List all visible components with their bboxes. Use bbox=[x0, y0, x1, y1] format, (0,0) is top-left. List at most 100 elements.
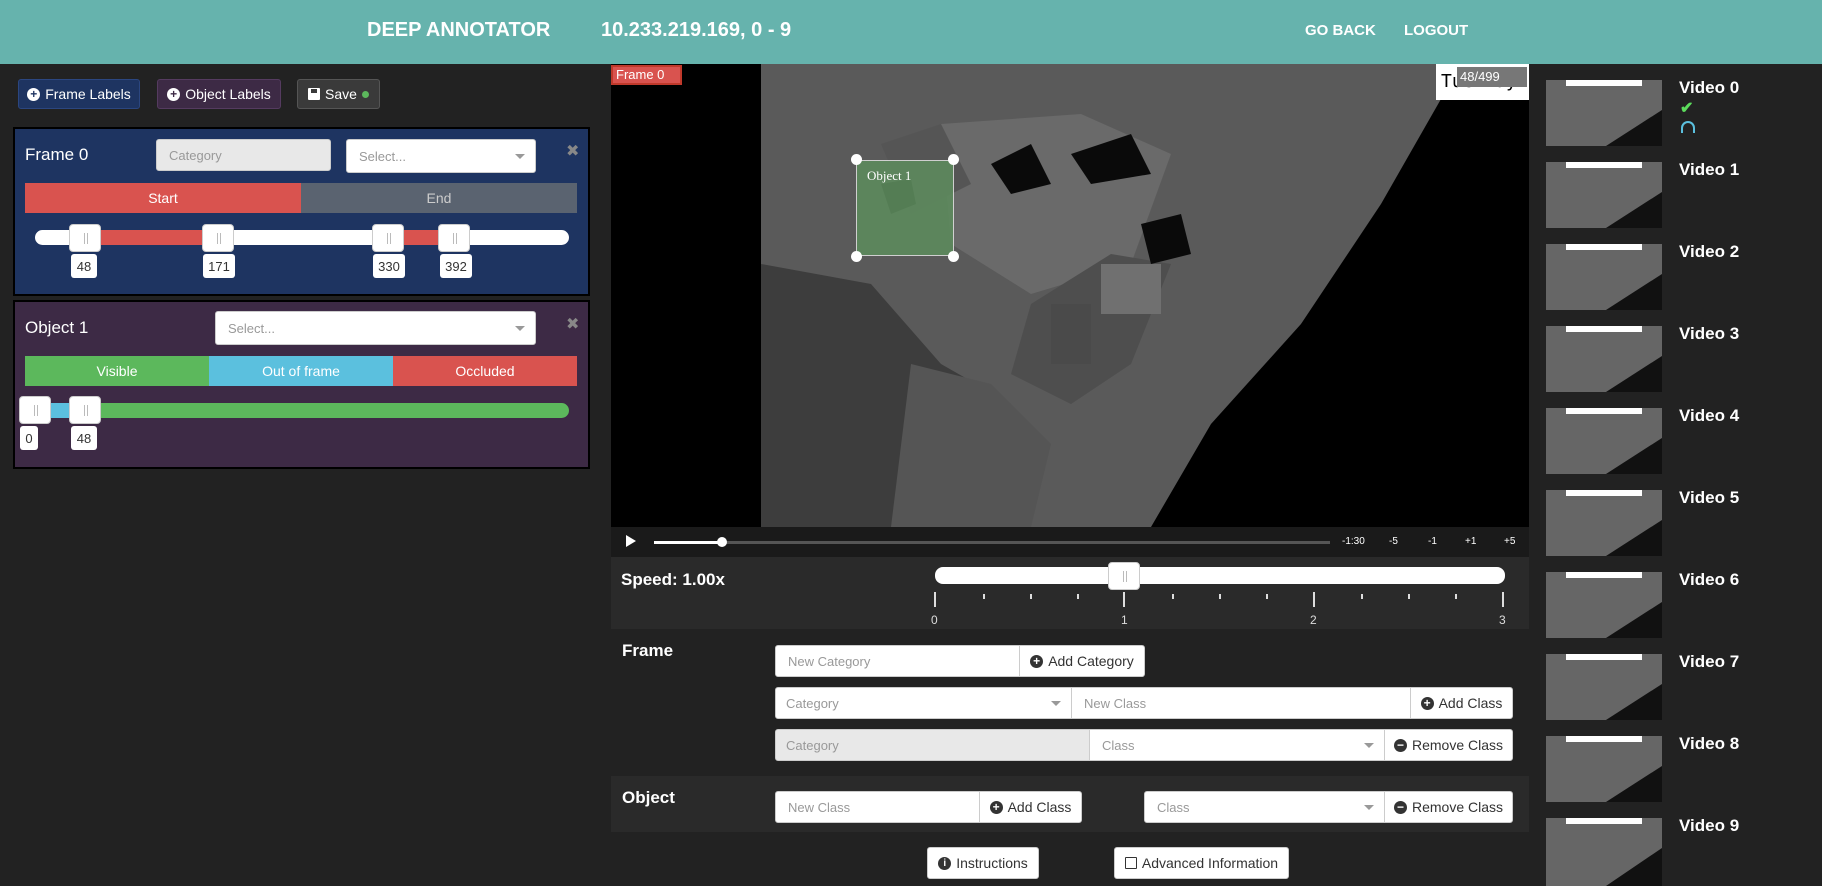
frame-class-dropdown[interactable]: Class bbox=[1089, 729, 1385, 761]
advanced-information-button[interactable]: Advanced Information bbox=[1114, 847, 1289, 879]
object-add-class-label: Add Class bbox=[1007, 799, 1072, 815]
video-list-item[interactable]: Video 6 bbox=[1679, 570, 1739, 590]
box-corner-handle[interactable] bbox=[851, 154, 862, 165]
video-thumbnail[interactable] bbox=[1546, 654, 1662, 720]
video-thumbnail[interactable] bbox=[1546, 326, 1662, 392]
add-class-button[interactable]: + Add Class bbox=[1410, 687, 1513, 719]
video-list-item[interactable]: Video 4 bbox=[1679, 406, 1739, 426]
object-class-dropdown[interactable]: Class bbox=[1144, 791, 1385, 823]
speed-tick-label: 2 bbox=[1310, 613, 1317, 627]
step-forward-5-button[interactable]: +5 bbox=[1504, 536, 1515, 547]
video-thumbnail[interactable] bbox=[1546, 162, 1662, 228]
speed-tick-label: 1 bbox=[1121, 613, 1128, 627]
object-labels-button[interactable]: + Object Labels bbox=[157, 79, 281, 109]
chevron-down-icon bbox=[515, 326, 525, 331]
add-class-label: Add Class bbox=[1438, 695, 1503, 711]
object-select-placeholder: Select... bbox=[228, 320, 275, 336]
play-icon[interactable] bbox=[626, 535, 636, 547]
object-remove-class-button[interactable]: − Remove Class bbox=[1384, 791, 1513, 823]
object-range-track bbox=[35, 403, 569, 418]
video-list-item[interactable]: Video 2 bbox=[1679, 242, 1739, 262]
video-thumbnail[interactable] bbox=[1546, 80, 1662, 146]
handle-value-label: 0 bbox=[20, 426, 38, 450]
session-info: 10.233.219.169, 0 - 9 bbox=[601, 19, 792, 41]
frame-labels-label: Frame Labels bbox=[45, 86, 131, 102]
video-list-item[interactable]: Video 8 bbox=[1679, 734, 1739, 754]
speed-tick bbox=[1408, 594, 1410, 599]
frame-range-handle[interactable] bbox=[372, 224, 404, 252]
add-category-button[interactable]: + Add Category bbox=[1019, 645, 1145, 677]
box-corner-handle[interactable] bbox=[851, 251, 862, 262]
close-icon[interactable]: ✖ bbox=[566, 141, 579, 161]
remove-class-button[interactable]: − Remove Class bbox=[1384, 729, 1513, 761]
start-button[interactable]: Start bbox=[25, 183, 301, 213]
step-back-5-button[interactable]: -5 bbox=[1389, 536, 1398, 547]
object-class-select[interactable]: Select... bbox=[215, 311, 536, 345]
object-range-handle[interactable] bbox=[19, 396, 51, 424]
step-back-1-button[interactable]: -1 bbox=[1428, 536, 1437, 547]
video-list-item[interactable]: Video 5 bbox=[1679, 488, 1739, 508]
frame-labels-button[interactable]: + Frame Labels bbox=[18, 79, 140, 109]
video-list-item[interactable]: Video 9 bbox=[1679, 816, 1739, 836]
box-corner-handle[interactable] bbox=[948, 251, 959, 262]
out-of-frame-button[interactable]: Out of frame bbox=[209, 356, 393, 386]
occluded-button[interactable]: Occluded bbox=[393, 356, 577, 386]
new-category-input[interactable]: New Category bbox=[775, 645, 1020, 677]
object-range-handle[interactable] bbox=[69, 396, 101, 424]
plus-circle-icon: + bbox=[1030, 654, 1044, 668]
speed-slider-track[interactable] bbox=[935, 567, 1505, 584]
speed-tick bbox=[1361, 594, 1363, 599]
remove-category-field[interactable]: Category bbox=[775, 729, 1090, 761]
frame-range-handle[interactable] bbox=[438, 224, 470, 252]
video-thumbnail[interactable] bbox=[1546, 736, 1662, 802]
video-thumbnail[interactable] bbox=[1546, 818, 1662, 886]
minus-circle-icon: − bbox=[1393, 800, 1407, 814]
box-corner-handle[interactable] bbox=[948, 154, 959, 165]
frame-category-select[interactable]: Select... bbox=[346, 139, 536, 173]
footer-section bbox=[611, 832, 1529, 886]
object-box-label: Object 1 bbox=[867, 168, 912, 183]
frame-category-dropdown[interactable]: Category bbox=[775, 687, 1072, 719]
skip-back-90-button[interactable]: -1:30 bbox=[1342, 536, 1365, 547]
speed-tick bbox=[1219, 594, 1221, 599]
frame-range-handle[interactable] bbox=[69, 224, 101, 252]
object-add-class-button[interactable]: + Add Class bbox=[979, 791, 1082, 823]
chevron-down-icon bbox=[1364, 805, 1374, 810]
object-panel-title: Object 1 bbox=[25, 318, 89, 337]
frame-counter: 48/499 bbox=[1457, 67, 1527, 87]
video-player[interactable]: Frame 0 Tue May 3 14:20:42 2016 48/499 O… bbox=[611, 64, 1529, 527]
seek-bar[interactable] bbox=[654, 541, 1330, 544]
frame-category-field[interactable]: Category bbox=[156, 139, 331, 171]
object-new-class-input[interactable]: New Class bbox=[775, 791, 980, 823]
instructions-button[interactable]: i Instructions bbox=[927, 847, 1039, 879]
video-thumbnail[interactable] bbox=[1546, 490, 1662, 556]
step-forward-1-button[interactable]: +1 bbox=[1465, 536, 1476, 547]
frame-tag: Frame 0 bbox=[611, 65, 682, 85]
remove-class-label: Remove Class bbox=[1411, 737, 1504, 753]
video-thumbnail[interactable] bbox=[1546, 572, 1662, 638]
save-button[interactable]: Save bbox=[297, 79, 380, 109]
video-list-item[interactable]: Video 0 bbox=[1679, 78, 1739, 98]
object-class-placeholder: Class bbox=[1157, 799, 1190, 815]
seek-handle[interactable] bbox=[717, 537, 727, 547]
frame-range-handle[interactable] bbox=[202, 224, 234, 252]
video-list-item[interactable]: Video 1 bbox=[1679, 160, 1739, 180]
video-thumbnail[interactable] bbox=[1546, 244, 1662, 310]
visible-button[interactable]: Visible bbox=[25, 356, 209, 386]
end-button[interactable]: End bbox=[301, 183, 577, 213]
speed-slider-handle[interactable] bbox=[1108, 562, 1140, 590]
new-class-input[interactable]: New Class bbox=[1071, 687, 1411, 719]
logout-link[interactable]: LOGOUT bbox=[1404, 22, 1468, 39]
video-thumbnail[interactable] bbox=[1546, 408, 1662, 474]
headphones-icon bbox=[1681, 121, 1695, 133]
plus-circle-icon: + bbox=[989, 800, 1003, 814]
speed-tick bbox=[1123, 592, 1125, 607]
close-icon[interactable]: ✖ bbox=[566, 314, 579, 334]
video-list-item[interactable]: Video 3 bbox=[1679, 324, 1739, 344]
video-list-item[interactable]: Video 7 bbox=[1679, 652, 1739, 672]
speed-tick-label: 3 bbox=[1499, 613, 1506, 627]
category-placeholder: Category bbox=[786, 695, 839, 711]
list-alt-icon bbox=[1124, 857, 1137, 869]
go-back-link[interactable]: GO BACK bbox=[1305, 22, 1376, 39]
plus-circle-icon: + bbox=[167, 87, 181, 101]
